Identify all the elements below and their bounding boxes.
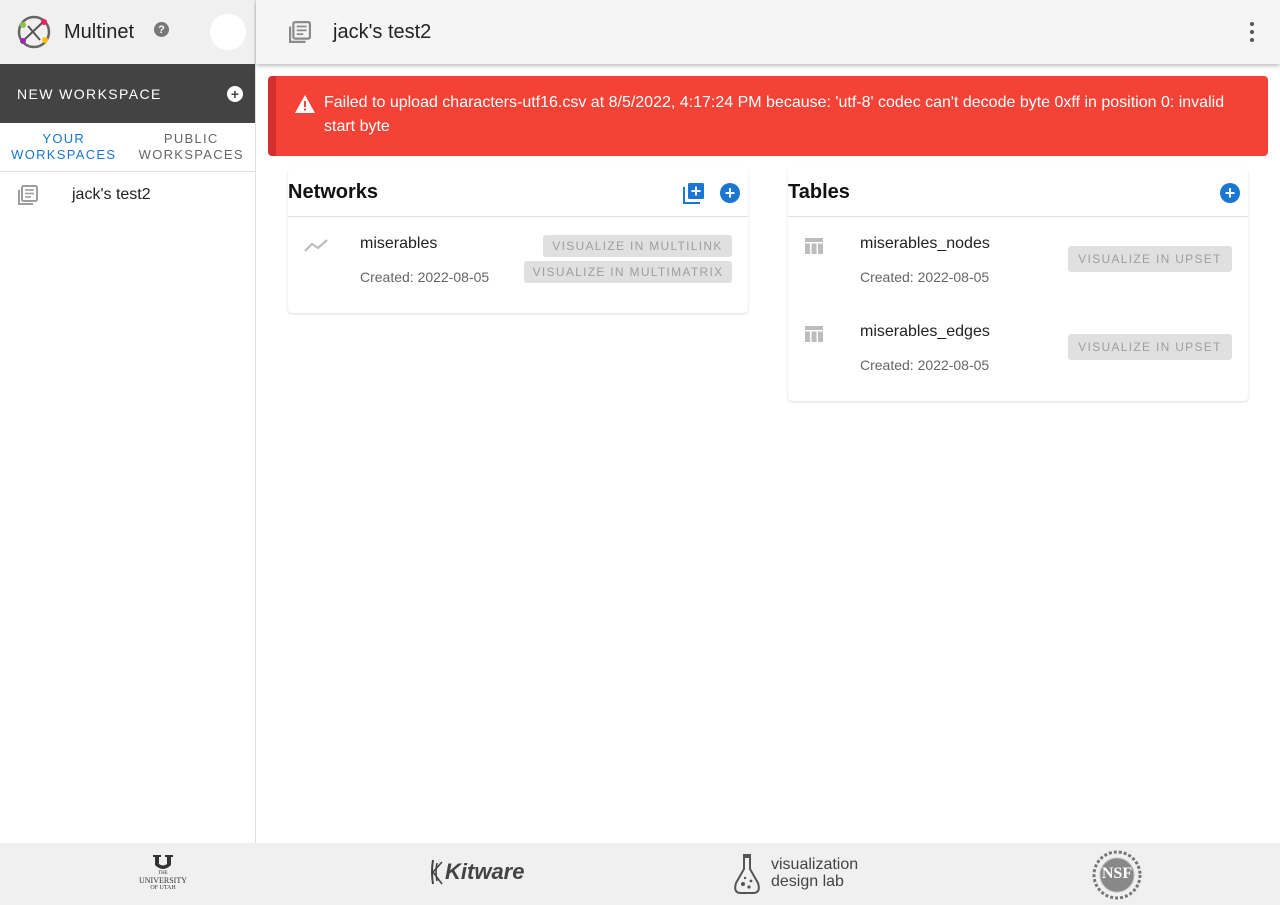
vdl-logo-line1: visualization: [771, 856, 859, 873]
visualize-multimatrix-button[interactable]: VISUALIZE IN MULTIMATRIX: [524, 261, 732, 283]
app-name: Multinet: [64, 20, 135, 43]
tables-card: Tables + miserables_nodes Created: 2022-…: [788, 168, 1248, 401]
workspace-list-icon: [289, 21, 311, 43]
vdl-logo-text: visualization design lab: [771, 857, 858, 891]
add-circle-icon: +: [227, 85, 243, 102]
sidebar-item-label: jack's test2: [72, 186, 151, 203]
visualization-design-lab-logo[interactable]: visualization design lab: [733, 853, 858, 895]
nsf-logo[interactable]: NSF: [1092, 850, 1142, 900]
add-table-button[interactable]: +: [1220, 183, 1240, 203]
visualize-multilink-button[interactable]: VISUALIZE IN MULTILINK: [543, 235, 732, 257]
more-vertical-icon[interactable]: [1248, 22, 1256, 42]
app-brand: Multinet ?: [0, 0, 255, 64]
vdl-logo-line2: design lab: [771, 873, 844, 890]
tab-your-workspaces-label: YOUR WORKSPACES: [11, 131, 117, 162]
add-network-button[interactable]: +: [720, 183, 740, 203]
utah-u-icon: [153, 855, 173, 869]
network-line-icon: [304, 239, 328, 252]
list-item[interactable]: miserables Created: 2022-08-05 VISUALIZE…: [288, 217, 748, 305]
nsf-logo-text: NSF: [1101, 865, 1133, 882]
table-row[interactable]: miserables_nodes Created: 2022-08-05 VIS…: [788, 217, 1248, 305]
kitware-logo[interactable]: Kitware: [430, 859, 524, 885]
multinet-logo: [17, 15, 51, 49]
top-app-bar: jack's test2: [256, 0, 1280, 64]
tab-public-workspaces-label: PUBLIC WORKSPACES: [138, 131, 244, 162]
tables-header: Tables +: [788, 168, 1248, 217]
table-created: Created: 2022-08-05: [860, 269, 990, 285]
table-created: Created: 2022-08-05: [860, 357, 990, 373]
table-icon: [805, 238, 823, 254]
avatar[interactable]: [210, 14, 246, 50]
sidebar-item-workspace[interactable]: jack's test2: [0, 172, 255, 218]
table-row[interactable]: miserables_edges Created: 2022-08-05 VIS…: [788, 305, 1248, 393]
sidebar: Multinet ? NEW WORKSPACE + YOUR WORKSPAC…: [0, 0, 256, 843]
workspace-tabs: YOUR WORKSPACES PUBLIC WORKSPACES: [0, 123, 255, 172]
new-workspace-button[interactable]: NEW WORKSPACE +: [0, 64, 255, 123]
utah-logo-line2: UNIVERSITY: [139, 876, 187, 885]
footer: THE UNIVERSITY OF UTAH Kitware visualiza…: [0, 843, 1280, 905]
error-alert: Failed to upload characters-utf16.csv at…: [268, 76, 1268, 156]
help-icon[interactable]: ?: [154, 22, 169, 37]
new-workspace-label: NEW WORKSPACE: [17, 85, 162, 102]
table-name: miserables_nodes: [860, 235, 990, 252]
networks-title: Networks: [288, 180, 379, 203]
networks-card: Networks + miserables Created: 2022-08-0…: [288, 168, 748, 313]
warning-icon: [295, 95, 315, 113]
visualize-upset-button[interactable]: VISUALIZE IN UPSET: [1068, 334, 1232, 360]
flask-icon: [734, 854, 760, 894]
tab-public-workspaces[interactable]: PUBLIC WORKSPACES: [128, 123, 256, 171]
workspace-list-icon: [18, 185, 38, 205]
alert-message: Failed to upload characters-utf16.csv at…: [324, 94, 1225, 135]
visualize-upset-button[interactable]: VISUALIZE IN UPSET: [1068, 246, 1232, 272]
network-created: Created: 2022-08-05: [360, 269, 490, 285]
university-of-utah-logo[interactable]: THE UNIVERSITY OF UTAH: [136, 855, 190, 892]
table-name: miserables_edges: [860, 323, 990, 340]
page-title: jack's test2: [333, 20, 432, 43]
utah-logo-line3: OF UTAH: [150, 885, 176, 891]
kitware-logo-text: Kitware: [445, 859, 525, 884]
tables-title: Tables: [788, 180, 850, 203]
tab-your-workspaces[interactable]: YOUR WORKSPACES: [0, 123, 128, 171]
kitware-mark-icon: [431, 859, 443, 885]
network-name: miserables: [360, 235, 438, 252]
add-box-icon[interactable]: [683, 182, 705, 204]
table-icon: [805, 326, 823, 342]
networks-header: Networks +: [288, 168, 748, 217]
